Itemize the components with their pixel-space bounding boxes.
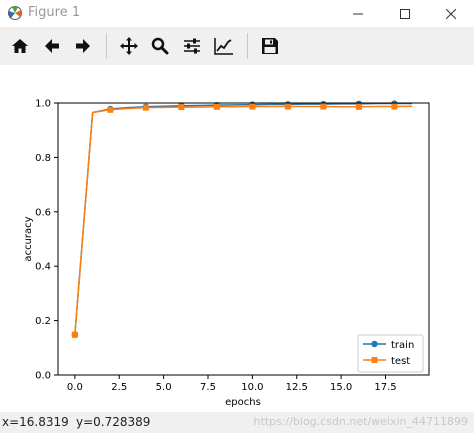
x-tick-label: 17.5: [374, 382, 396, 393]
y-tick-label: 0.0: [35, 371, 51, 382]
legend-label-test: test: [391, 356, 410, 367]
configure-subplots-button[interactable]: [180, 34, 204, 58]
y-tick-label: 0.6: [35, 207, 51, 218]
maximize-icon: [400, 8, 410, 19]
status-bar: x=16.8319 y=0.728389 https://blog.csdn.n…: [0, 412, 474, 433]
close-button[interactable]: [428, 0, 474, 27]
legend-marker-train: [371, 340, 378, 348]
home-icon: [12, 39, 28, 53]
x-coordinate-readout: x=16.8319: [2, 415, 69, 429]
x-axis: 0.0 2.5 5.0 7.5 10.0 12.5 15.0 17.5: [67, 375, 397, 393]
x-tick-label: 2.5: [111, 382, 127, 393]
x-tick-label: 15.0: [330, 382, 352, 393]
y-tick-label: 1.0: [35, 99, 51, 110]
save-icon: [262, 38, 278, 54]
back-button[interactable]: [40, 34, 64, 58]
zoom-icon: [151, 37, 169, 55]
x-tick-label: 5.0: [156, 382, 172, 393]
matplotlib-icon: [8, 6, 22, 20]
minimize-button[interactable]: [335, 0, 381, 27]
series-layer: [71, 100, 413, 338]
series-line-train: [74, 102, 413, 335]
forward-button[interactable]: [71, 34, 95, 58]
save-button[interactable]: [258, 34, 282, 58]
x-tick-label: 7.5: [200, 382, 216, 393]
back-arrow-icon: [45, 39, 59, 53]
y-tick-label: 0.2: [35, 316, 51, 327]
data-point-test: [213, 103, 220, 110]
y-tick-label: 0.8: [35, 153, 51, 164]
pan-button[interactable]: [117, 34, 141, 58]
toolbar-separator: [106, 33, 107, 59]
data-point-test: [284, 103, 291, 110]
maximize-button[interactable]: [382, 0, 428, 27]
data-point-test: [391, 103, 398, 110]
minimize-icon: [353, 13, 363, 14]
x-tick-label: 10.0: [241, 382, 263, 393]
y-tick-label: 0.4: [35, 262, 51, 273]
pan-icon: [120, 37, 138, 55]
y-axis: 0.0 0.2 0.4 0.6 0.8 1.0: [35, 99, 58, 382]
series-line-test: [74, 105, 413, 335]
legend: train test: [357, 334, 424, 373]
legend-marker-test: [371, 357, 378, 363]
configure-subplots-icon: [184, 38, 200, 54]
navigation-toolbar: [0, 27, 474, 65]
y-coordinate-readout: y=0.728389: [76, 415, 151, 429]
toolbar-separator: [247, 33, 248, 59]
y-axis-label: accuracy: [23, 216, 34, 261]
x-axis-label: epochs: [225, 397, 261, 408]
home-button[interactable]: [8, 34, 32, 58]
x-tick-label: 0.0: [67, 382, 83, 393]
zoom-button[interactable]: [148, 34, 172, 58]
title-bar: Figure 1: [0, 0, 474, 27]
data-point-test: [178, 104, 185, 111]
x-tick-label: 12.5: [286, 382, 308, 393]
legend-label-train: train: [391, 340, 414, 351]
data-point-test: [355, 103, 362, 110]
figure-canvas[interactable]: 0.0 2.5 5.0 7.5 10.0 12.5 15.0 17.5 0.0 0.2 0.4 0.…: [0, 65, 474, 412]
watermark: https://blog.csdn.net/weixin_44711899: [253, 415, 468, 428]
data-point-test: [249, 103, 256, 110]
edit-axes-button[interactable]: [212, 34, 236, 58]
edit-axes-icon: [214, 38, 233, 55]
axes-frame: [57, 102, 430, 376]
window-title: Figure 1: [28, 5, 81, 20]
data-point-test: [107, 106, 114, 113]
data-point-test: [320, 103, 327, 110]
forward-arrow-icon: [76, 39, 90, 53]
close-icon: [446, 8, 456, 19]
accuracy-line-chart[interactable]: 0.0 2.5 5.0 7.5 10.0 12.5 15.0 17.5 0.00.20.40.…: [0, 65, 474, 412]
data-point-test: [71, 331, 78, 338]
data-point-test: [142, 104, 149, 111]
